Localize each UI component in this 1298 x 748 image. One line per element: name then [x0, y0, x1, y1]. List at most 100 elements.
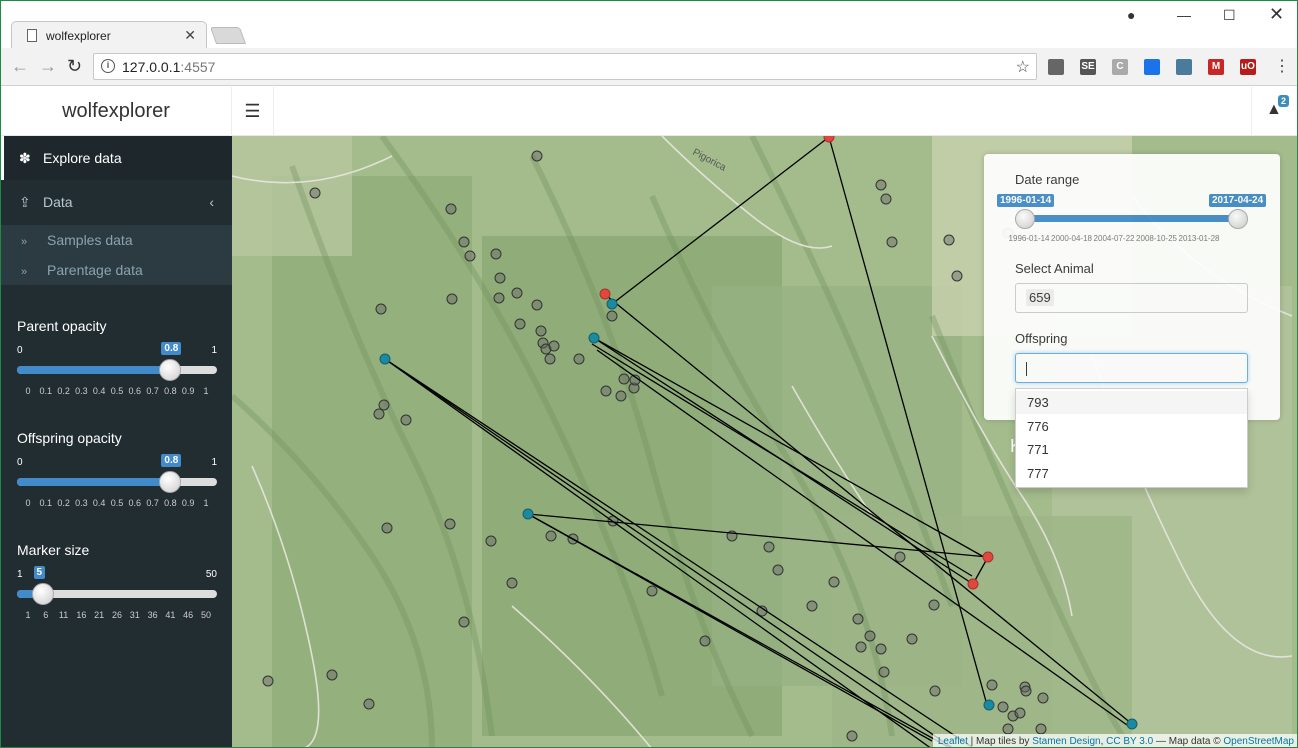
sample-marker[interactable]	[363, 698, 375, 710]
satellite-ext-icon[interactable]	[1176, 59, 1192, 75]
sample-marker[interactable]	[531, 150, 543, 162]
browser-tab[interactable]: wolfexplorer ✕	[11, 21, 207, 49]
sample-marker[interactable]	[485, 535, 497, 547]
reload-icon[interactable]: ↻	[67, 56, 82, 77]
sample-marker[interactable]	[514, 318, 526, 330]
ublock-ext-icon[interactable]: uO	[1240, 59, 1256, 75]
app-brand[interactable]: wolfexplorer	[1, 87, 232, 136]
sample-marker[interactable]	[1020, 685, 1032, 697]
sample-marker[interactable]	[1014, 707, 1026, 719]
sidebar-toggle-icon[interactable]: ☰	[232, 87, 274, 136]
sidebar-item-data[interactable]: ⇪ Data ‹	[1, 180, 232, 224]
diamond-ext-icon[interactable]	[1144, 59, 1160, 75]
sample-marker[interactable]	[1002, 723, 1014, 735]
close-tab-icon[interactable]: ✕	[184, 27, 196, 44]
sample-marker[interactable]	[875, 179, 887, 191]
sample-marker[interactable]	[600, 385, 612, 397]
sample-marker[interactable]	[444, 518, 456, 530]
offspring-marker[interactable]	[606, 298, 618, 310]
parent-marker[interactable]	[982, 551, 994, 563]
sample-marker[interactable]	[618, 373, 630, 385]
slider-handle[interactable]	[159, 359, 182, 381]
sample-marker[interactable]	[855, 641, 867, 653]
c-ext-icon[interactable]: C	[1112, 59, 1128, 75]
sample-marker[interactable]	[951, 270, 963, 282]
sample-marker[interactable]	[506, 577, 518, 589]
sample-marker[interactable]	[878, 666, 890, 678]
sample-marker[interactable]	[326, 669, 338, 681]
sample-marker[interactable]	[1035, 723, 1047, 735]
sample-marker[interactable]	[806, 600, 818, 612]
sample-marker[interactable]	[846, 730, 858, 742]
slider-track[interactable]	[17, 583, 217, 605]
sample-marker[interactable]	[886, 236, 898, 248]
offspring-marker[interactable]	[379, 353, 391, 365]
sample-marker[interactable]	[511, 287, 523, 299]
sample-marker[interactable]	[445, 203, 457, 215]
address-bar[interactable]: i 127.0.0.1:4557 ☆	[93, 53, 1037, 80]
slider-handle[interactable]	[159, 471, 182, 493]
osm-link[interactable]: OpenStreetMap	[1223, 736, 1294, 747]
menu-dots-icon[interactable]: ⋮	[1274, 56, 1290, 76]
offspring-marker[interactable]	[983, 699, 995, 711]
sample-marker[interactable]	[458, 616, 470, 628]
offspring-option[interactable]: 776	[1016, 415, 1247, 438]
sample-marker[interactable]	[464, 250, 476, 262]
sample-marker[interactable]	[535, 325, 547, 337]
animal-select[interactable]: 659	[1015, 283, 1248, 313]
account-icon[interactable]: ●	[1127, 7, 1135, 23]
parent-marker[interactable]	[823, 136, 835, 143]
info-icon[interactable]: i	[101, 59, 115, 73]
sample-marker[interactable]	[606, 310, 618, 322]
offspring-option[interactable]: 793	[1016, 391, 1247, 414]
sample-marker[interactable]	[446, 293, 458, 305]
offspring-input[interactable]	[1015, 353, 1248, 383]
sample-marker[interactable]	[381, 522, 393, 534]
sample-marker[interactable]	[943, 234, 955, 246]
new-tab-button[interactable]	[209, 27, 247, 44]
sample-marker[interactable]	[997, 701, 1009, 713]
layers-ext-icon[interactable]	[1048, 59, 1064, 75]
sample-marker[interactable]	[986, 679, 998, 691]
sample-marker[interactable]	[929, 685, 941, 697]
parent-marker[interactable]	[967, 578, 979, 590]
sample-marker[interactable]	[875, 643, 887, 655]
sample-marker[interactable]	[615, 390, 627, 402]
sample-marker[interactable]	[262, 675, 274, 687]
sample-marker[interactable]	[490, 248, 502, 260]
sample-marker[interactable]	[828, 576, 840, 588]
se-ext-icon[interactable]: SE	[1080, 59, 1096, 75]
sample-marker[interactable]	[400, 414, 412, 426]
date-from-handle[interactable]	[1015, 209, 1035, 229]
url-text[interactable]: 127.0.0.1:4557	[122, 59, 215, 75]
notifications-button[interactable]: ▲ 2	[1251, 87, 1297, 136]
sample-marker[interactable]	[309, 187, 321, 199]
close-window-icon[interactable]: ✕	[1269, 4, 1284, 25]
offspring-marker[interactable]	[522, 508, 534, 520]
ccby-link[interactable]: CC BY 3.0	[1106, 736, 1153, 747]
leaflet-link[interactable]: Leaflet	[938, 736, 968, 747]
sample-marker[interactable]	[493, 292, 505, 304]
slider-track[interactable]	[17, 359, 217, 381]
sample-marker[interactable]	[880, 193, 892, 205]
sample-marker[interactable]	[928, 599, 940, 611]
maximize-icon[interactable]: ☐	[1223, 7, 1236, 24]
sidebar-item-explore[interactable]: ✽ Explore data	[1, 136, 232, 180]
sample-marker[interactable]	[458, 236, 470, 248]
sample-marker[interactable]	[894, 551, 906, 563]
sample-marker[interactable]	[544, 353, 556, 365]
date-range-track[interactable]	[1024, 215, 1238, 222]
sample-marker[interactable]	[864, 630, 876, 642]
sample-marker[interactable]	[906, 633, 918, 645]
sample-marker[interactable]	[852, 613, 864, 625]
sample-marker[interactable]	[573, 353, 585, 365]
sample-marker[interactable]	[548, 340, 560, 352]
sample-marker[interactable]	[494, 272, 506, 284]
sidebar-item-samples[interactable]: » Samples data	[1, 225, 232, 255]
offspring-marker[interactable]	[588, 332, 600, 344]
offspring-marker[interactable]	[1126, 718, 1138, 730]
sample-marker[interactable]	[378, 399, 390, 411]
date-to-handle[interactable]	[1228, 209, 1248, 229]
slider-track[interactable]	[17, 471, 217, 493]
m-ext-icon[interactable]: M	[1208, 59, 1224, 75]
